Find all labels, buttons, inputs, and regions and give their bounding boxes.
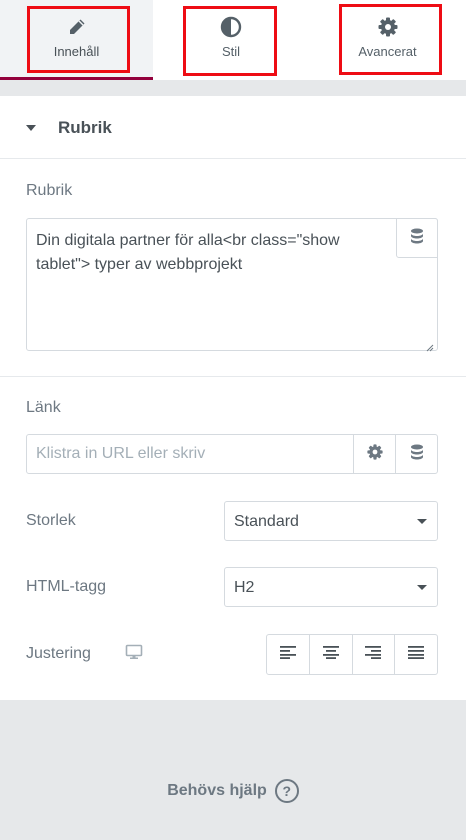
align-justify-icon: [408, 645, 425, 664]
align-right-icon: [365, 645, 382, 664]
heading-label: Rubrik: [26, 182, 73, 199]
align-center-icon: [322, 645, 339, 664]
size-select[interactable]: Standard: [224, 501, 438, 541]
align-justify-button[interactable]: [394, 635, 437, 674]
database-icon: [410, 228, 424, 249]
link-dynamic-tags-button[interactable]: [395, 435, 438, 473]
align-center-button[interactable]: [308, 635, 352, 674]
tab-advanced-label: Avancerat: [358, 44, 417, 59]
align-right-button[interactable]: [351, 635, 395, 674]
link-label: Länk: [26, 399, 61, 416]
chevron-down-icon: [417, 519, 427, 524]
heading-textarea-value[interactable]: Din digitala partner för alla<br class="…: [36, 229, 398, 277]
caret-down-icon: [26, 125, 36, 131]
link-options-button[interactable]: [353, 435, 396, 473]
html-tag-select[interactable]: H2: [224, 567, 438, 607]
gear-icon: [378, 16, 398, 38]
size-label: Storlek: [26, 512, 76, 529]
tab-content[interactable]: Innehåll: [0, 0, 153, 80]
question-circle-icon: ?: [274, 779, 299, 803]
alignment-label: Justering: [26, 645, 91, 662]
size-select-value: Standard: [234, 513, 299, 530]
dynamic-tags-button[interactable]: [396, 218, 438, 258]
section-header[interactable]: Rubrik: [0, 96, 466, 159]
database-icon: [410, 444, 424, 465]
heading-textarea[interactable]: Din digitala partner för alla<br class="…: [26, 218, 438, 352]
html-tag-select-value: H2: [234, 579, 255, 596]
tab-advanced[interactable]: Avancerat: [309, 0, 466, 80]
link-input[interactable]: [27, 435, 353, 473]
align-left-button[interactable]: [267, 635, 309, 674]
tab-style[interactable]: Stil: [153, 0, 309, 80]
help-text: Behövs hjälp: [167, 782, 267, 799]
tab-style-label: Stil: [221, 44, 241, 59]
align-left-icon: [279, 645, 296, 664]
desktop-icon[interactable]: [125, 644, 143, 665]
half-circle-icon: [220, 16, 242, 38]
help-link[interactable]: Behövs hjälp ?: [0, 776, 466, 806]
alignment-choices: [266, 634, 438, 675]
resize-handle[interactable]: [426, 339, 434, 352]
chevron-down-icon: [417, 585, 427, 590]
link-field: [26, 434, 438, 474]
section-divider: [0, 376, 466, 377]
tab-content-label: Innehåll: [53, 44, 100, 59]
html-tag-label: HTML-tagg: [26, 578, 107, 595]
controls-panel: Rubrik Rubrik Din digitala partner för a…: [0, 96, 466, 700]
section-title: Rubrik: [58, 118, 112, 137]
gear-icon: [367, 443, 383, 465]
pencil-icon: [67, 16, 87, 38]
panel-tabs: Innehåll Stil Avancerat: [0, 0, 466, 80]
